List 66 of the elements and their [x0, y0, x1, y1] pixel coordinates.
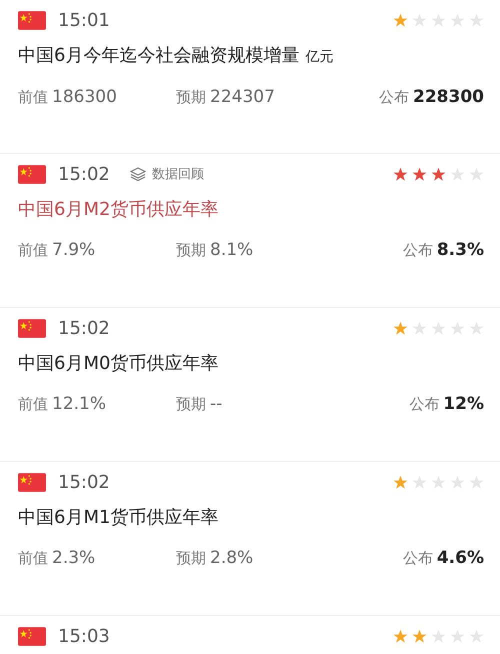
star-icon: [450, 320, 465, 336]
previous-label: 前值: [18, 241, 48, 260]
actual-label: 公布: [379, 88, 410, 107]
previous-value: 2.3%: [52, 548, 96, 568]
forecast-label: 预期: [176, 88, 206, 107]
layers-icon: [130, 167, 146, 181]
star-icon: [412, 320, 427, 336]
star-icon: [393, 628, 408, 644]
data-review-link[interactable]: 数据回顾: [130, 165, 204, 183]
forecast-value: --: [210, 394, 222, 414]
star-icon: [431, 320, 446, 336]
event-title: 中国6月今年迄今社会融资规模增量: [18, 45, 300, 66]
star-icon: [412, 166, 427, 182]
actual-value: 12%: [443, 394, 484, 414]
event-time: 15:02: [58, 164, 110, 184]
star-icon: [469, 12, 484, 28]
forecast-label: 预期: [176, 549, 206, 568]
star-icon: [431, 166, 446, 182]
flag-icon: [18, 10, 46, 30]
star-icon: [450, 628, 465, 644]
flag-icon: [18, 626, 46, 646]
star-icon: [431, 628, 446, 644]
previous-label: 前值: [18, 395, 48, 414]
star-icon: [469, 474, 484, 490]
forecast-label: 预期: [176, 241, 206, 260]
forecast-value: 8.1%: [210, 240, 254, 260]
actual-value: 8.3%: [436, 240, 484, 260]
star-icon: [393, 12, 408, 28]
star-icon: [412, 12, 427, 28]
flag-icon: [18, 472, 46, 492]
actual-label: 公布: [402, 549, 433, 568]
unit-label: 亿元: [305, 49, 334, 65]
previous-value: 12.1%: [52, 394, 106, 414]
event-time: 15:01: [58, 10, 110, 30]
star-icon: [393, 474, 408, 490]
actual-value: 4.6%: [436, 548, 484, 568]
event-title: 中国6月M1货币供应年率: [18, 507, 218, 528]
star-icon: [393, 320, 408, 336]
star-icon: [469, 628, 484, 644]
previous-label: 前值: [18, 88, 48, 107]
event-title: 中国6月M0货币供应年率: [18, 353, 218, 374]
star-icon: [469, 320, 484, 336]
star-icon: [412, 628, 427, 644]
star-icon: [412, 474, 427, 490]
forecast-value: 2.8%: [210, 548, 254, 568]
forecast-label: 预期: [176, 395, 206, 414]
event-time: 15:02: [58, 318, 110, 338]
star-icon: [431, 12, 446, 28]
event-time: 15:02: [58, 472, 110, 492]
flag-icon: [18, 318, 46, 338]
event-title: 中国6月M2货币供应年率: [18, 199, 218, 220]
actual-value: 228300: [413, 87, 484, 107]
star-icon: [450, 166, 465, 182]
star-icon: [393, 166, 408, 182]
event-time: 15:03: [58, 626, 110, 646]
flag-icon: [18, 164, 46, 184]
star-icon: [450, 12, 465, 28]
previous-value: 186300: [52, 87, 117, 107]
star-icon: [431, 474, 446, 490]
actual-label: 公布: [402, 241, 433, 260]
star-icon: [469, 166, 484, 182]
previous-label: 前值: [18, 549, 48, 568]
star-icon: [450, 474, 465, 490]
previous-value: 7.9%: [52, 240, 96, 260]
forecast-value: 224307: [210, 87, 275, 107]
actual-label: 公布: [409, 395, 440, 414]
